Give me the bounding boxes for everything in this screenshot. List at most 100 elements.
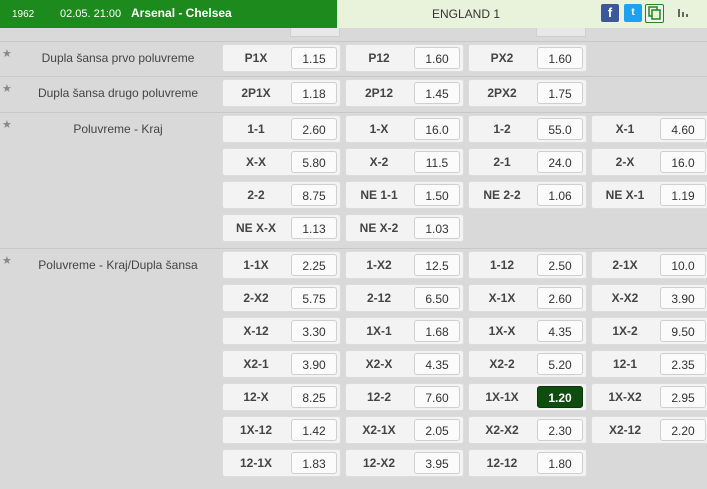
favorite-star-icon[interactable]: ★: [2, 49, 12, 60]
odds-cell[interactable]: NE X-1 1.19: [591, 181, 707, 209]
odds-cell[interactable]: 12-1 2.35: [591, 350, 707, 378]
odds-cell[interactable]: NE X-X 1.13: [222, 214, 341, 242]
odds-button[interactable]: 1.45: [414, 82, 460, 104]
odds-cell[interactable]: 1X-X2 2.95: [591, 383, 707, 411]
odds-button[interactable]: 6.50: [414, 287, 460, 309]
odds-button[interactable]: 1.19: [660, 184, 706, 206]
facebook-share-icon[interactable]: f: [601, 4, 619, 22]
odds-cell[interactable]: 2-X2 5.75: [222, 284, 341, 312]
odds-cell[interactable]: X2-1X 2.05: [345, 416, 464, 444]
odds-button[interactable]: 2.35: [660, 353, 706, 375]
odds-cell[interactable]: 2PX2 1.75: [468, 79, 587, 107]
odds-button[interactable]: 1.18: [291, 82, 337, 104]
odds-cell[interactable]: X2-X2 2.30: [468, 416, 587, 444]
odds-cell[interactable]: 1X-X 4.35: [468, 317, 587, 345]
odds-button[interactable]: 2.20: [660, 419, 706, 441]
copy-icon[interactable]: [645, 4, 664, 23]
odds-button[interactable]: 3.30: [291, 320, 337, 342]
odds-button[interactable]: 2.30: [537, 419, 583, 441]
odds-cell[interactable]: X2-X 4.35: [345, 350, 464, 378]
odds-button[interactable]: 2.50: [537, 254, 583, 276]
odds-cell[interactable]: X-2 11.5: [345, 148, 464, 176]
odds-cell[interactable]: PX2 1.60: [468, 44, 587, 72]
odds-button[interactable]: 1.60: [414, 47, 460, 69]
odds-button[interactable]: 4.35: [414, 353, 460, 375]
favorite-star-icon[interactable]: ★: [2, 256, 12, 267]
odds-cell[interactable]: X2-1 3.90: [222, 350, 341, 378]
odds-cell[interactable]: 12-X 8.25: [222, 383, 341, 411]
odds-button[interactable]: 4.60: [660, 118, 706, 140]
odds-button[interactable]: 1.15: [291, 47, 337, 69]
odds-button[interactable]: 24.0: [537, 151, 583, 173]
odds-cell[interactable]: 12-1X 1.83: [222, 449, 341, 477]
odds-cell[interactable]: 2-2 8.75: [222, 181, 341, 209]
statistics-icon[interactable]: [674, 4, 692, 22]
odds-button-selected[interactable]: 1.20: [537, 386, 583, 408]
odds-cell[interactable]: 1-X 16.0: [345, 115, 464, 143]
odds-button[interactable]: 11.5: [414, 151, 460, 173]
odds-cell[interactable]: 1X-12 1.42: [222, 416, 341, 444]
odds-button[interactable]: 1.80: [537, 452, 583, 474]
odds-button[interactable]: 3.95: [414, 452, 460, 474]
odds-cell[interactable]: X-12 3.30: [222, 317, 341, 345]
odds-button[interactable]: 1.13: [291, 217, 337, 239]
odds-button[interactable]: 16.0: [660, 151, 706, 173]
odds-button[interactable]: 2.25: [291, 254, 337, 276]
odds-cell[interactable]: P12 1.60: [345, 44, 464, 72]
odds-cell[interactable]: X-X 5.80: [222, 148, 341, 176]
odds-button[interactable]: 1.06: [537, 184, 583, 206]
odds-cell[interactable]: 1-2 55.0: [468, 115, 587, 143]
odds-button[interactable]: 1.75: [537, 82, 583, 104]
odds-cell[interactable]: 2P12 1.45: [345, 79, 464, 107]
odds-button[interactable]: 1.50: [414, 184, 460, 206]
odds-button[interactable]: 55.0: [537, 118, 583, 140]
odds-button[interactable]: 5.80: [291, 151, 337, 173]
odds-button[interactable]: 16.0: [414, 118, 460, 140]
odds-cell[interactable]: 1-1 2.60: [222, 115, 341, 143]
odds-cell[interactable]: 12-12 1.80: [468, 449, 587, 477]
odds-cell[interactable]: X2-12 2.20: [591, 416, 707, 444]
odds-button[interactable]: 5.20: [537, 353, 583, 375]
odds-cell[interactable]: 12-X2 3.95: [345, 449, 464, 477]
odds-button[interactable]: 8.75: [291, 184, 337, 206]
odds-button[interactable]: 1.60: [537, 47, 583, 69]
odds-button[interactable]: 9.50: [660, 320, 706, 342]
favorite-star-icon[interactable]: ★: [2, 120, 12, 131]
odds-cell[interactable]: 1-12 2.50: [468, 251, 587, 279]
odds-button[interactable]: 4.35: [537, 320, 583, 342]
odds-cell[interactable]: NE 1-1 1.50: [345, 181, 464, 209]
match-info-bar[interactable]: 1962 02.05. 21:00 Arsenal - Chelsea: [0, 0, 337, 28]
odds-button[interactable]: 2.95: [660, 386, 706, 408]
odds-button[interactable]: 2.05: [414, 419, 460, 441]
odds-cell[interactable]: 12-2 7.60: [345, 383, 464, 411]
odds-button[interactable]: 1.03: [414, 217, 460, 239]
odds-button[interactable]: 3.90: [660, 287, 706, 309]
odds-button[interactable]: 1.68: [414, 320, 460, 342]
odds-cell[interactable]: 2-1 24.0: [468, 148, 587, 176]
odds-cell[interactable]: 1-1X 2.25: [222, 251, 341, 279]
odds-cell[interactable]: NE X-2 1.03: [345, 214, 464, 242]
odds-cell[interactable]: X-X2 3.90: [591, 284, 707, 312]
odds-button[interactable]: 10.0: [660, 254, 706, 276]
odds-button[interactable]: 1.42: [291, 419, 337, 441]
odds-cell[interactable]: X2-2 5.20: [468, 350, 587, 378]
odds-cell[interactable]: X-1 4.60: [591, 115, 707, 143]
odds-cell[interactable]: 1X-2 9.50: [591, 317, 707, 345]
odds-cell[interactable]: 1X-1 1.68: [345, 317, 464, 345]
odds-button[interactable]: 3.90: [291, 353, 337, 375]
odds-cell[interactable]: 2-X 16.0: [591, 148, 707, 176]
odds-button[interactable]: 12.5: [414, 254, 460, 276]
twitter-share-icon[interactable]: t: [624, 4, 642, 22]
odds-button[interactable]: 2.60: [291, 118, 337, 140]
favorite-star-icon[interactable]: ★: [2, 84, 12, 95]
odds-cell[interactable]: X-1X 2.60: [468, 284, 587, 312]
odds-cell[interactable]: P1X 1.15: [222, 44, 341, 72]
odds-cell[interactable]: 2-12 6.50: [345, 284, 464, 312]
odds-button[interactable]: 5.75: [291, 287, 337, 309]
odds-button[interactable]: 2.60: [537, 287, 583, 309]
odds-cell[interactable]: 2P1X 1.18: [222, 79, 341, 107]
odds-cell[interactable]: NE 2-2 1.06: [468, 181, 587, 209]
odds-cell[interactable]: 1-X2 12.5: [345, 251, 464, 279]
odds-cell[interactable]: 1X-1X 1.20: [468, 383, 587, 411]
odds-button[interactable]: 1.83: [291, 452, 337, 474]
